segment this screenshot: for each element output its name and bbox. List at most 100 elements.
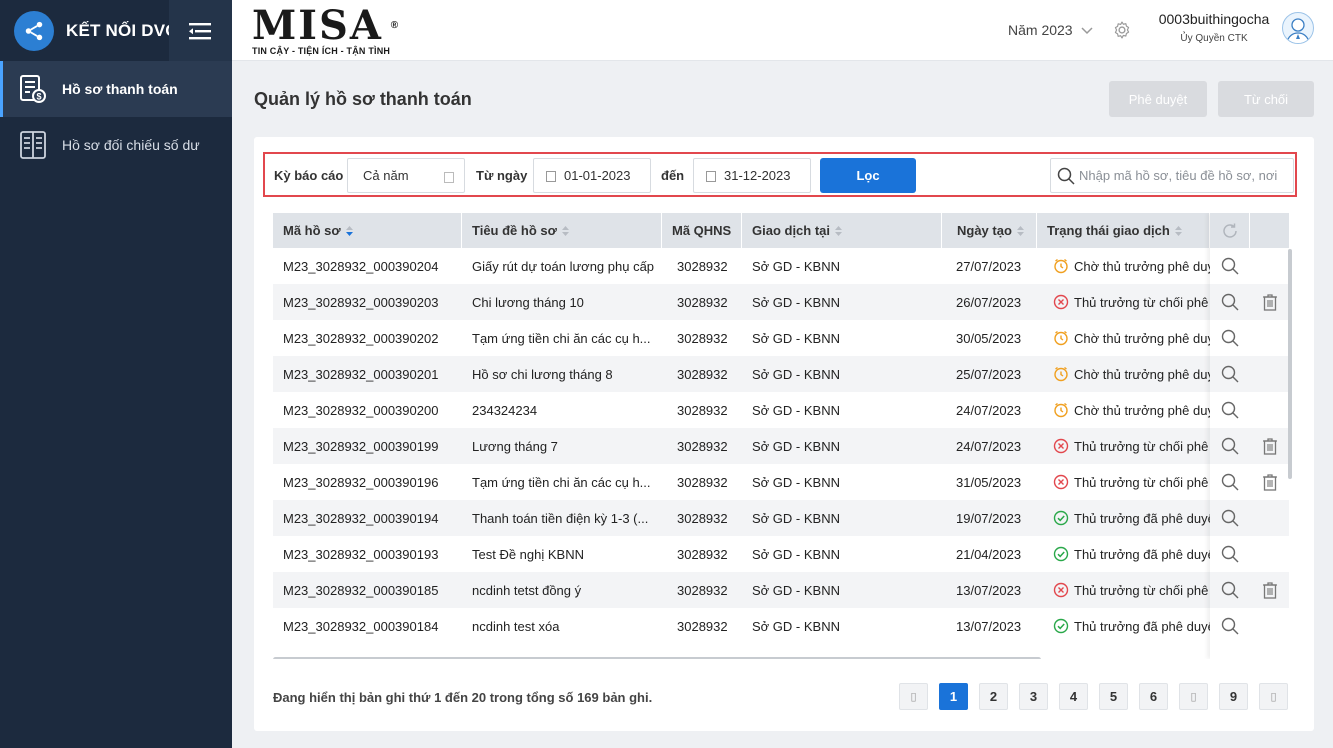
clock-icon bbox=[1053, 366, 1069, 382]
search-icon[interactable] bbox=[1210, 608, 1249, 644]
row-actions bbox=[1210, 428, 1289, 464]
cell-place: Sở GD - KBNN bbox=[752, 330, 840, 346]
column-header-status[interactable]: Trạng thái giao dịch bbox=[1037, 213, 1210, 248]
status-text: Thủ trưởng từ chối phê bbox=[1074, 438, 1209, 454]
cell-status: Chờ thủ trưởng phê duy bbox=[1037, 248, 1210, 284]
approve-button[interactable]: Phê duyệt bbox=[1109, 81, 1207, 117]
column-header-code[interactable]: Mã hồ sơ bbox=[273, 213, 462, 248]
cell-status: Chờ thủ trưởng phê duy bbox=[1037, 320, 1210, 356]
page-button[interactable]: 1 bbox=[939, 683, 968, 710]
gear-icon[interactable] bbox=[1112, 20, 1132, 43]
cell-date: 21/04/2023 bbox=[956, 546, 1022, 562]
table-row[interactable]: M23_3028932_000390199 Lương tháng 7 302893… bbox=[273, 428, 1289, 464]
horizontal-scrollbar[interactable] bbox=[273, 657, 1041, 659]
cell-date: 13/07/2023 bbox=[956, 618, 1022, 634]
cell-code: M23_3028932_000390202 bbox=[283, 330, 439, 346]
page-button[interactable]: 4 bbox=[1059, 683, 1088, 710]
search-icon[interactable] bbox=[1210, 428, 1249, 464]
column-header-date[interactable]: Ngày tạo bbox=[942, 213, 1037, 248]
status-text: Thủ trưởng đã phê duyệ bbox=[1074, 618, 1210, 634]
row-actions bbox=[1210, 536, 1289, 572]
first-page-button[interactable]: ▯ bbox=[899, 683, 928, 710]
sidebar-item-label: Hồ sơ đối chiếu số dư bbox=[62, 137, 200, 153]
year-selector[interactable]: Năm 2023 bbox=[1008, 22, 1093, 38]
trash-icon[interactable] bbox=[1250, 464, 1289, 500]
table-row[interactable]: M23_3028932_000390203 Chi lương tháng 10 3… bbox=[273, 284, 1289, 320]
menu-icon[interactable] bbox=[169, 0, 232, 61]
search-icon[interactable] bbox=[1210, 356, 1249, 392]
search-icon[interactable] bbox=[1210, 464, 1249, 500]
reject-button[interactable]: Từ chối bbox=[1218, 81, 1314, 117]
cell-qhns: 3028932 bbox=[677, 366, 728, 382]
cell-date: 27/07/2023 bbox=[956, 258, 1022, 274]
table-row[interactable]: M23_3028932_000390204 Giấy rút dự toán lư… bbox=[273, 248, 1289, 284]
cell-qhns: 3028932 bbox=[677, 402, 728, 418]
from-date-input[interactable]: 01-01-2023 bbox=[533, 158, 651, 193]
avatar[interactable] bbox=[1282, 12, 1314, 44]
search-icon[interactable] bbox=[1210, 392, 1249, 428]
search-input[interactable] bbox=[1079, 168, 1289, 183]
table-row[interactable]: M23_3028932_000390200 234324234 3028932 Sở … bbox=[273, 392, 1289, 428]
search-icon[interactable] bbox=[1210, 536, 1249, 572]
cell-code: M23_3028932_000390201 bbox=[283, 366, 439, 382]
cell-place: Sở GD - KBNN bbox=[752, 618, 840, 634]
column-header-title[interactable]: Tiêu đề hồ sơ bbox=[462, 213, 662, 248]
cell-title: ncdinh tetst đồng ý bbox=[472, 582, 582, 598]
table-row[interactable]: M23_3028932_000390193 Test Đề nghị KBNN 30… bbox=[273, 536, 1289, 572]
sidebar-header: KẾT NỐI DVC bbox=[0, 0, 232, 61]
cell-code: M23_3028932_000390194 bbox=[283, 510, 439, 526]
clock-icon bbox=[1053, 330, 1069, 346]
cell-place: Sở GD - KBNN bbox=[752, 258, 840, 274]
to-date-input[interactable]: 31-12-2023 bbox=[693, 158, 811, 193]
page-button[interactable]: 9 bbox=[1219, 683, 1248, 710]
table-row[interactable]: M23_3028932_000390194 Thanh toán tiền điệ… bbox=[273, 500, 1289, 536]
cell-qhns: 3028932 bbox=[677, 474, 728, 490]
last-page-button[interactable]: ▯ bbox=[1259, 683, 1288, 710]
trash-icon[interactable] bbox=[1250, 572, 1289, 608]
cell-qhns: 3028932 bbox=[677, 618, 728, 634]
trash-icon[interactable] bbox=[1250, 428, 1289, 464]
refresh-icon[interactable] bbox=[1210, 222, 1249, 240]
search-icon[interactable] bbox=[1210, 248, 1249, 284]
vertical-scrollbar[interactable] bbox=[1288, 249, 1292, 479]
more-pages-button[interactable]: ▯ bbox=[1179, 683, 1208, 710]
cell-date: 13/07/2023 bbox=[956, 582, 1022, 598]
cell-title: ncdinh test xóa bbox=[472, 618, 560, 634]
check-circle-icon bbox=[1053, 510, 1069, 526]
x-circle-icon bbox=[1053, 294, 1069, 310]
cell-qhns: 3028932 bbox=[677, 294, 728, 310]
trash-icon[interactable] bbox=[1250, 284, 1289, 320]
sort-icon bbox=[345, 225, 354, 237]
search-icon[interactable] bbox=[1210, 572, 1249, 608]
table-row[interactable]: M23_3028932_000390196 Tạm ứng tiền chi ăn… bbox=[273, 464, 1289, 500]
row-actions bbox=[1210, 572, 1289, 608]
table-row[interactable]: M23_3028932_000390185 ncdinh tetst đồng ý… bbox=[273, 572, 1289, 608]
period-select[interactable]: Cả năm bbox=[347, 158, 465, 193]
search-icon[interactable] bbox=[1210, 320, 1249, 356]
table-row[interactable]: M23_3028932_000390201 Hồ sơ chi lương thá… bbox=[273, 356, 1289, 392]
filter-button[interactable]: Lọc bbox=[820, 158, 916, 193]
sidebar-item-payment-records[interactable]: $ Hồ sơ thanh toán bbox=[0, 61, 232, 117]
period-value: Cả năm bbox=[363, 168, 409, 183]
sidebar-item-label: Hồ sơ thanh toán bbox=[62, 81, 178, 97]
search-icon[interactable] bbox=[1210, 284, 1249, 320]
cell-qhns: 3028932 bbox=[677, 546, 728, 562]
search-icon[interactable] bbox=[1210, 500, 1249, 536]
page-button[interactable]: 5 bbox=[1099, 683, 1128, 710]
user-info[interactable]: 0003buithingocha Ủy Quyền CTK bbox=[1158, 11, 1270, 44]
page-button[interactable]: 3 bbox=[1019, 683, 1048, 710]
sidebar-item-balance-reconciliation[interactable]: Hồ sơ đối chiếu số dư bbox=[0, 117, 232, 173]
page-button[interactable]: 2 bbox=[979, 683, 1008, 710]
status-text: Chờ thủ trưởng phê duy bbox=[1074, 366, 1210, 382]
cell-code: M23_3028932_000390185 bbox=[283, 582, 439, 598]
clock-icon bbox=[1053, 258, 1069, 274]
cell-date: 24/07/2023 bbox=[956, 438, 1022, 454]
cell-code: M23_3028932_000390199 bbox=[283, 438, 439, 454]
search-box[interactable] bbox=[1050, 158, 1294, 193]
table-row[interactable]: M23_3028932_000390202 Tạm ứng tiền chi ăn… bbox=[273, 320, 1289, 356]
sort-icon bbox=[561, 225, 570, 237]
table-row[interactable]: M23_3028932_000390184 ncdinh test xóa 3028… bbox=[273, 608, 1289, 644]
page-button[interactable]: 6 bbox=[1139, 683, 1168, 710]
column-header-label: Mã hồ sơ bbox=[283, 223, 341, 238]
column-header-place[interactable]: Giao dịch tại bbox=[742, 213, 942, 248]
